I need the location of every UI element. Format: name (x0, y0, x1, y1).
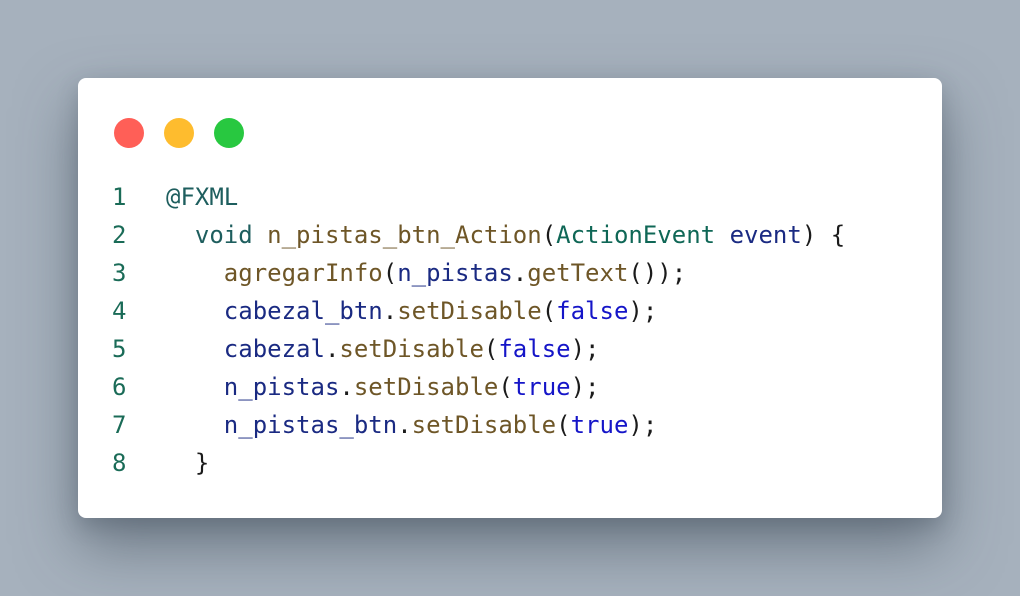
code-token-variable: cabezal (223, 335, 325, 363)
code-token-literal: true (570, 411, 629, 439)
code-text: void n_pistas_btn_Action(ActionEvent eve… (166, 216, 845, 254)
line-number: 8 (112, 449, 127, 477)
code-token-method: setDisable (397, 297, 542, 325)
code-token-literal: false (556, 297, 629, 325)
code-token-punct: . (512, 259, 528, 287)
line-number: 1 (112, 183, 127, 211)
minimize-dot (164, 118, 194, 148)
code-line: 8 } (112, 444, 845, 482)
code-line: 4 cabezal_btn.setDisable(false); (112, 292, 845, 330)
line-number: 5 (112, 335, 127, 363)
code-token-punct: ); (570, 373, 600, 401)
line-number: 2 (112, 221, 127, 249)
code-token-punct: ( (541, 221, 557, 249)
code-token-annotation: @FXML (166, 183, 239, 211)
code-token-variable: n_pistas (223, 373, 340, 401)
code-token-literal: false (498, 335, 571, 363)
code-snippet-window: 1 @FXML 2 void n_pistas_btn_Action(ActionE… (78, 78, 942, 518)
code-token-variable: n_pistas_btn (223, 411, 398, 439)
code-token-punct: ); (570, 335, 600, 363)
code-token-type: ActionEvent (556, 221, 716, 249)
code-token-variable: cabezal_btn (223, 297, 383, 325)
code-token-punct: } (194, 449, 210, 477)
code-token-punct: . (382, 297, 398, 325)
code-token-punct: ); (628, 411, 658, 439)
code-token-method: setDisable (411, 411, 557, 439)
code-token-punct: ) { (801, 221, 846, 249)
code-text: cabezal.setDisable(false); (166, 330, 600, 368)
code-token-punct: ( (382, 259, 398, 287)
code-token-punct: ( (541, 297, 557, 325)
code-block: 1 @FXML 2 void n_pistas_btn_Action(ActionE… (112, 178, 845, 482)
code-token-punct: . (339, 373, 354, 401)
code-token-punct: ( (498, 373, 513, 401)
close-dot (114, 118, 144, 148)
code-token-literal: true (512, 373, 571, 401)
code-line: 3 agregarInfo(n_pistas.getText()); (112, 254, 845, 292)
line-number: 6 (112, 373, 127, 401)
zoom-dot (214, 118, 244, 148)
code-token-method: agregarInfo (223, 259, 383, 287)
line-number: 7 (112, 411, 127, 439)
code-text: n_pistas.setDisable(true); (166, 368, 600, 406)
code-text: @FXML (166, 178, 238, 216)
code-token-method: setDisable (353, 373, 499, 401)
code-token-punct: ( (556, 411, 571, 439)
window-controls (114, 118, 244, 148)
code-token-method: getText (527, 259, 629, 287)
code-line: 6 n_pistas.setDisable(true); (112, 368, 845, 406)
code-token-method: n_pistas_btn_Action (267, 221, 542, 249)
code-line: 1 @FXML (112, 178, 845, 216)
line-number: 4 (112, 297, 127, 325)
code-token-punct: . (397, 411, 412, 439)
code-text: agregarInfo(n_pistas.getText()); (166, 254, 686, 292)
code-token-punct: ); (628, 297, 658, 325)
code-token-punct: ( (483, 335, 499, 363)
code-line: 2 void n_pistas_btn_Action(ActionEvent e… (112, 216, 845, 254)
code-text: n_pistas_btn.setDisable(true); (166, 406, 658, 444)
code-token-keyword: void (194, 221, 253, 249)
line-number: 3 (112, 259, 127, 287)
code-token-method: setDisable (339, 335, 484, 363)
code-text: cabezal_btn.setDisable(false); (166, 292, 658, 330)
code-text: } (166, 444, 209, 482)
code-token-variable: event (729, 221, 802, 249)
code-line: 5 cabezal.setDisable(false); (112, 330, 845, 368)
code-token-punct: ()); (628, 259, 687, 287)
code-token-punct: . (324, 335, 340, 363)
code-line: 7 n_pistas_btn.setDisable(true); (112, 406, 845, 444)
code-token-variable: n_pistas (397, 259, 513, 287)
